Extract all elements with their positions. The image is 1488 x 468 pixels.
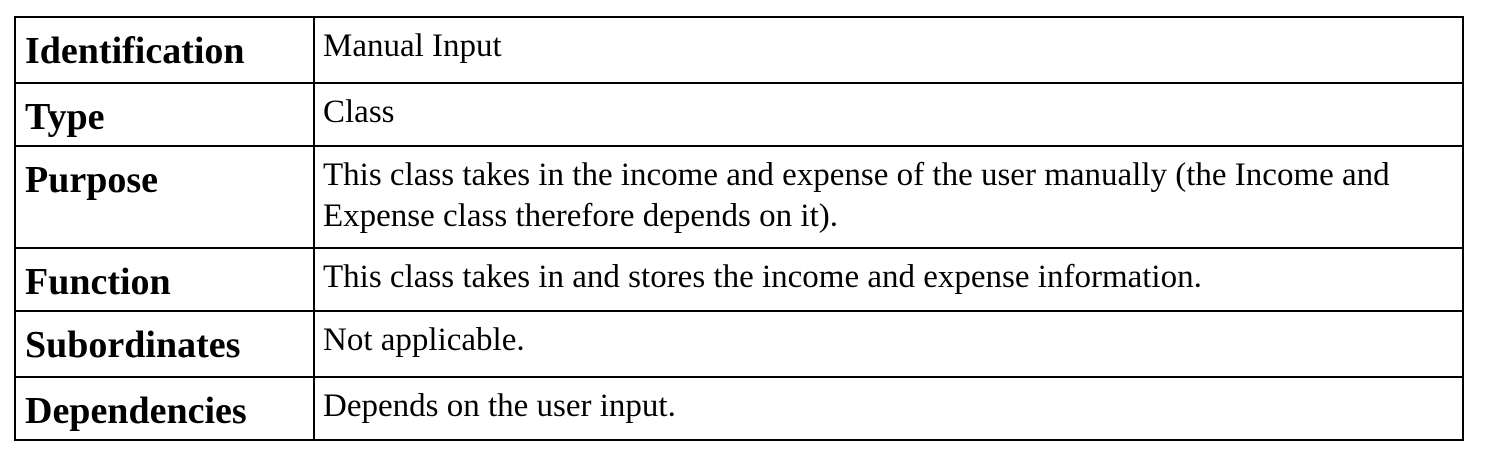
row-identification: Identification Manual Input — [14, 16, 1464, 84]
purpose-value: This class takes in the income and expen… — [313, 145, 1464, 249]
row-dependencies: Dependencies Depends on the user input. — [14, 376, 1464, 441]
subordinates-value: Not applicable. — [313, 310, 1464, 378]
function-value: This class takes in and stores the incom… — [313, 247, 1464, 312]
subordinates-label: Subordinates — [14, 310, 315, 378]
identification-value: Manual Input — [313, 16, 1464, 84]
identification-label: Identification — [14, 16, 315, 84]
row-function: Function This class takes in and stores … — [14, 247, 1464, 312]
row-type: Type Class — [14, 82, 1464, 147]
dependencies-value: Depends on the user input. — [313, 376, 1464, 441]
dependencies-label: Dependencies — [14, 376, 315, 441]
row-purpose: Purpose This class takes in the income a… — [14, 145, 1464, 249]
class-spec-table: Identification Manual Input Type Class P… — [14, 16, 1464, 441]
type-label: Type — [14, 82, 315, 147]
function-label: Function — [14, 247, 315, 312]
purpose-label: Purpose — [14, 145, 315, 249]
type-value: Class — [313, 82, 1464, 147]
row-subordinates: Subordinates Not applicable. — [14, 310, 1464, 378]
